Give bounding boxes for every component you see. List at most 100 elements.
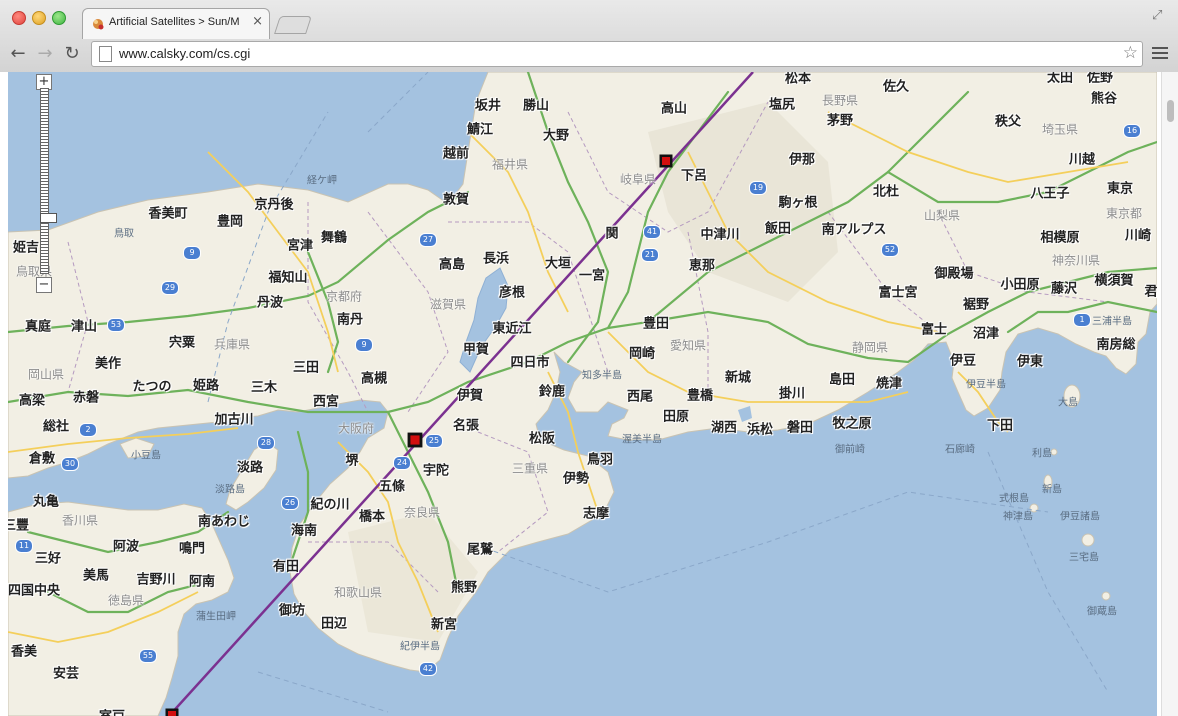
- place-label: 鳥取: [114, 228, 134, 240]
- hamburger-menu-icon[interactable]: [1152, 45, 1168, 61]
- track-marker-center[interactable]: [407, 432, 423, 448]
- city-label: 尾鷲: [466, 542, 494, 558]
- city-label: 室戸: [99, 706, 125, 716]
- city-label: 鳴門: [178, 541, 206, 557]
- prefecture-label: 大阪府: [337, 421, 375, 436]
- city-label: 松本: [784, 72, 812, 87]
- url-text[interactable]: www.calsky.com/cs.cgi: [119, 46, 250, 61]
- city-label: 飯田: [764, 221, 792, 237]
- address-bar[interactable]: www.calsky.com/cs.cgi ☆: [91, 41, 1143, 67]
- browser-tab-active[interactable]: Artificial Satellites > Sun/M ×: [82, 8, 270, 39]
- new-tab-button[interactable]: [274, 16, 312, 34]
- place-label: 御蔵島: [1087, 606, 1117, 618]
- route-shield: 1: [1073, 313, 1091, 327]
- fullscreen-icon[interactable]: ⤢: [1152, 8, 1166, 23]
- route-shield: 11: [15, 539, 33, 553]
- city-label: 伊勢: [562, 471, 590, 487]
- city-label: 藤沢: [1050, 281, 1078, 297]
- city-label: 丹波: [256, 295, 284, 311]
- map-basemap: [8, 72, 1157, 716]
- land-miyakejima: [1081, 533, 1095, 547]
- city-label: 阿波: [112, 539, 140, 555]
- city-label: 堺: [345, 453, 359, 469]
- city-label: 鈴鹿: [538, 384, 566, 400]
- city-label: 秩父: [994, 114, 1022, 130]
- land-mikurajima: [1101, 591, 1111, 601]
- window-close-button[interactable]: [12, 11, 26, 25]
- city-label: 南丹: [336, 312, 364, 328]
- bookmark-star-icon[interactable]: ☆: [1123, 43, 1138, 63]
- place-label: 神津島: [1003, 511, 1033, 523]
- tab-title: Artificial Satellites > Sun/M: [109, 16, 240, 28]
- zoom-slider-thumb[interactable]: [40, 213, 57, 223]
- city-label: 新宮: [430, 617, 458, 633]
- prefecture-label: 京都府: [325, 289, 363, 304]
- map[interactable]: 松本 太田 佐野 佐久 熊谷 坂井 勝山 高山 塩尻 鯖江 大野 茅野 秩父 越…: [8, 72, 1157, 716]
- city-label: 佐久: [882, 79, 910, 95]
- city-label: 吉野川: [136, 572, 176, 588]
- zoom-out-button[interactable]: −: [36, 277, 52, 293]
- place-label: 三宅島: [1069, 552, 1099, 564]
- city-label: 丸亀: [32, 494, 60, 510]
- city-label: 佐野: [1086, 72, 1114, 86]
- tab-close-icon[interactable]: ×: [252, 15, 263, 29]
- city-label: 太田: [1046, 72, 1074, 86]
- prefecture-label: 静岡県: [851, 340, 889, 355]
- place-label: 経ケ岬: [307, 175, 337, 187]
- city-label: 北杜: [872, 184, 900, 200]
- city-label: 伊東: [1016, 354, 1044, 370]
- reload-icon[interactable]: ↻: [62, 44, 82, 64]
- city-label: 大垣: [544, 256, 572, 272]
- route-shield: 19: [749, 181, 767, 195]
- route-shield: 24: [393, 456, 411, 470]
- city-label: 越前: [442, 146, 470, 162]
- city-label: 東近江: [492, 321, 532, 337]
- city-label: 甲賀: [462, 342, 490, 358]
- city-label: 高槻: [360, 371, 388, 387]
- browser-chrome: Artificial Satellites > Sun/M × ⤢ ← → ↻ …: [0, 0, 1178, 73]
- city-label: 赤磐: [72, 390, 100, 406]
- city-label: 関: [605, 226, 619, 242]
- place-label: 石廊崎: [945, 444, 975, 456]
- city-label: たつの: [132, 379, 172, 395]
- city-label: 三田: [292, 360, 320, 376]
- city-label: 八王子: [1030, 186, 1070, 202]
- forward-arrow-icon[interactable]: →: [35, 44, 55, 64]
- city-label: 伊賀: [456, 388, 484, 404]
- zoom-control: + −: [36, 72, 57, 294]
- place-label: 三浦半島: [1092, 316, 1132, 328]
- city-label: 焼津: [875, 376, 903, 392]
- window-maximize-button[interactable]: [52, 11, 66, 25]
- city-label: 松阪: [528, 431, 556, 447]
- city-label: 総社: [42, 419, 70, 435]
- route-shield: 26: [281, 496, 299, 510]
- scrollbar-thumb[interactable]: [1167, 100, 1174, 122]
- city-label: 加古川: [214, 412, 254, 428]
- city-label: 小田原: [1000, 277, 1040, 293]
- city-label: 阿南: [188, 574, 216, 590]
- city-label: 磐田: [786, 420, 814, 436]
- city-label: 駒ヶ根: [778, 195, 818, 211]
- city-label: 真庭: [24, 319, 52, 335]
- zoom-slider-track[interactable]: [40, 88, 57, 274]
- track-marker-north[interactable]: [659, 154, 673, 168]
- place-label: 知多半島: [582, 370, 622, 382]
- track-marker-south[interactable]: [165, 708, 179, 716]
- city-label: 四日市: [510, 355, 550, 371]
- window-minimize-button[interactable]: [32, 11, 46, 25]
- vertical-scrollbar[interactable]: [1161, 72, 1178, 716]
- city-label: 下田: [986, 418, 1014, 434]
- page-viewport: 松本 太田 佐野 佐久 熊谷 坂井 勝山 高山 塩尻 鯖江 大野 茅野 秩父 越…: [0, 72, 1178, 716]
- place-label: 紀伊半島: [400, 641, 440, 653]
- city-label: 高梁: [18, 393, 46, 409]
- city-label: 敦賀: [442, 192, 470, 208]
- city-label: 長浜: [482, 251, 510, 267]
- prefecture-label: 愛知県: [669, 338, 707, 353]
- prefecture-label: 岡山県: [27, 367, 65, 382]
- route-shield: 52: [881, 243, 899, 257]
- land-awaji: [225, 441, 279, 511]
- city-label: 豊岡: [216, 214, 244, 230]
- back-arrow-icon[interactable]: ←: [8, 44, 28, 64]
- route-shield: 9: [183, 246, 201, 260]
- prefecture-label: 和歌山県: [333, 585, 383, 600]
